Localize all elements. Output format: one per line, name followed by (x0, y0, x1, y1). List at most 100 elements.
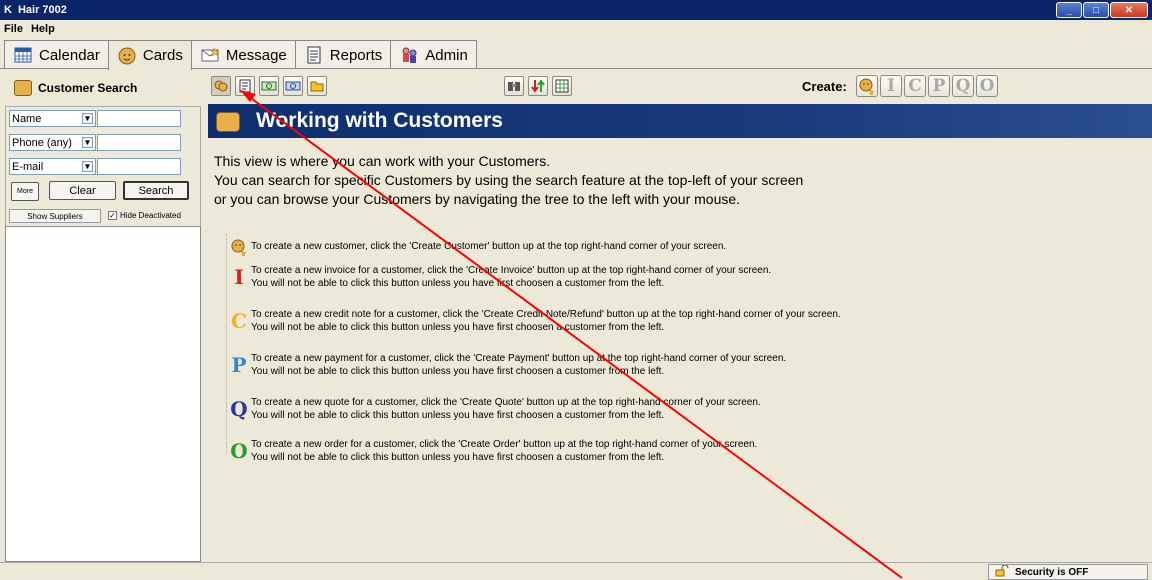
search-field-label: Name (12, 112, 42, 125)
search-field-label: Phone (any) (12, 136, 72, 149)
customer-search-panel: Customer Search Name ▼ Phone (any) ▼ E-m… (0, 70, 205, 562)
tab-reports[interactable]: Reports (294, 40, 392, 69)
orders-view-button[interactable] (307, 76, 327, 96)
sort-button[interactable] (528, 76, 548, 96)
customers-view-button[interactable] (211, 76, 231, 96)
more-button[interactable]: More (11, 182, 39, 201)
toolbar: Create: I C P Q O (208, 73, 1152, 101)
clear-button[interactable]: Clear (49, 181, 116, 200)
main-content: Working with Customers This view is wher… (208, 104, 1152, 562)
help-line: You will not be able to click this butto… (251, 322, 665, 333)
tab-cards[interactable]: Cards (107, 40, 192, 70)
help-item-credit-note: C To create a new credit note for a cust… (227, 308, 841, 334)
admin-icon (399, 46, 419, 64)
cards-icon (117, 47, 137, 65)
help-line: To create a new quote for a customer, cl… (251, 397, 761, 408)
chevron-down-icon[interactable]: ▼ (82, 113, 93, 124)
message-icon (200, 46, 220, 64)
customer-search-title: Customer Search (38, 81, 138, 95)
chevron-down-icon[interactable]: ▼ (82, 161, 93, 172)
main-tabs: Calendar Cards Message Reports Admin (4, 40, 477, 70)
maximize-button[interactable]: □ (1083, 2, 1109, 18)
sort-arrows-icon (531, 79, 545, 93)
create-order-button[interactable]: O (976, 75, 998, 97)
customers-icon (214, 80, 228, 92)
invoice-letter-icon: I (234, 265, 244, 289)
tab-admin-label: Admin (425, 46, 468, 64)
customers-icon (216, 112, 240, 132)
help-line: To create a new credit note for a custom… (251, 309, 841, 320)
menu-file[interactable]: File (0, 23, 27, 35)
close-button[interactable]: ✕ (1110, 2, 1148, 18)
help-line: To create a new order for a customer, cl… (251, 439, 758, 450)
find-button[interactable] (504, 76, 524, 96)
spreadsheet-icon (555, 79, 569, 93)
binoculars-icon (508, 82, 520, 91)
help-line: You will not be able to click this butto… (251, 452, 665, 463)
intro-line: This view is where you can work with you… (214, 153, 551, 169)
help-line: To create a new payment for a customer, … (251, 353, 787, 364)
search-field-select[interactable]: E-mail ▼ (9, 158, 96, 175)
intro-text: This view is where you can work with you… (214, 152, 803, 209)
create-customer-icon (227, 236, 251, 262)
minimize-button[interactable]: _ (1056, 2, 1082, 18)
title-bar: K Hair 7002 _ □ ✕ (0, 0, 1152, 20)
name-input[interactable] (97, 110, 181, 127)
tab-calendar[interactable]: Calendar (4, 40, 109, 69)
create-customer-button[interactable] (856, 75, 878, 97)
calendar-icon (13, 46, 33, 64)
hide-deactivated-label: Hide Deactivated (120, 211, 181, 220)
search-field-select[interactable]: Name ▼ (9, 110, 96, 127)
show-suppliers-button[interactable]: Show Suppliers (9, 209, 101, 223)
intro-line: or you can browse your Customers by navi… (214, 191, 741, 207)
tab-message[interactable]: Message (190, 40, 296, 69)
search-row-phone: Phone (any) ▼ (9, 134, 181, 154)
tab-reports-label: Reports (329, 46, 383, 64)
window-title: Hair 7002 (17, 4, 67, 16)
create-payment-button[interactable]: P (928, 75, 950, 97)
security-status-text: Security is OFF (1015, 566, 1089, 578)
email-input[interactable] (97, 158, 181, 175)
hide-deactivated-checkbox[interactable]: ✓ Hide Deactivated (108, 211, 181, 220)
search-row-name: Name ▼ (9, 110, 181, 130)
customers-icon (14, 80, 32, 96)
invoice-icon (239, 79, 251, 93)
search-field-label: E-mail (12, 160, 44, 173)
chevron-down-icon[interactable]: ▼ (82, 137, 93, 148)
payments-view-button[interactable] (259, 76, 279, 96)
create-invoice-button[interactable]: I (880, 75, 902, 97)
customer-tree[interactable] (5, 226, 201, 562)
lock-open-icon (995, 564, 1009, 580)
app-icon: K (4, 4, 12, 16)
phone-input[interactable] (97, 134, 181, 151)
page-banner: Working with Customers (208, 104, 1152, 138)
checkbox-checked-icon[interactable]: ✓ (108, 211, 117, 220)
status-bar: Security is OFF (0, 562, 1152, 580)
spreadsheet-button[interactable] (552, 76, 572, 96)
help-item-payment: P To create a new payment for a customer… (227, 352, 786, 378)
create-credit-note-button[interactable]: C (904, 75, 926, 97)
help-line: You will not be able to click this butto… (251, 410, 665, 421)
tab-message-label: Message (225, 46, 287, 64)
help-line: To create a new customer, click the 'Cre… (251, 241, 727, 252)
money-icon (261, 81, 277, 91)
tab-admin[interactable]: Admin (390, 40, 477, 69)
search-button[interactable]: Search (123, 181, 189, 200)
reports-icon (304, 46, 324, 64)
refunds-view-button[interactable] (283, 76, 303, 96)
credit-note-letter-icon: C (231, 309, 247, 333)
tab-calendar-label: Calendar (39, 46, 100, 64)
help-line: To create a new invoice for a customer, … (251, 265, 772, 276)
menu-help[interactable]: Help (27, 23, 59, 35)
order-letter-icon: O (230, 439, 248, 463)
invoices-view-button[interactable] (235, 76, 255, 96)
help-line: You will not be able to click this butto… (251, 278, 665, 289)
search-field-select[interactable]: Phone (any) ▼ (9, 134, 96, 151)
help-item-order: O To create a new order for a customer, … (227, 438, 757, 464)
create-customer-icon (859, 78, 875, 95)
help-item-invoice: I To create a new invoice for a customer… (227, 264, 771, 290)
create-quote-button[interactable]: Q (952, 75, 974, 97)
help-item-quote: Q To create a new quote for a customer, … (227, 396, 761, 422)
security-status[interactable]: Security is OFF (988, 564, 1148, 580)
tab-cards-label: Cards (142, 47, 183, 64)
